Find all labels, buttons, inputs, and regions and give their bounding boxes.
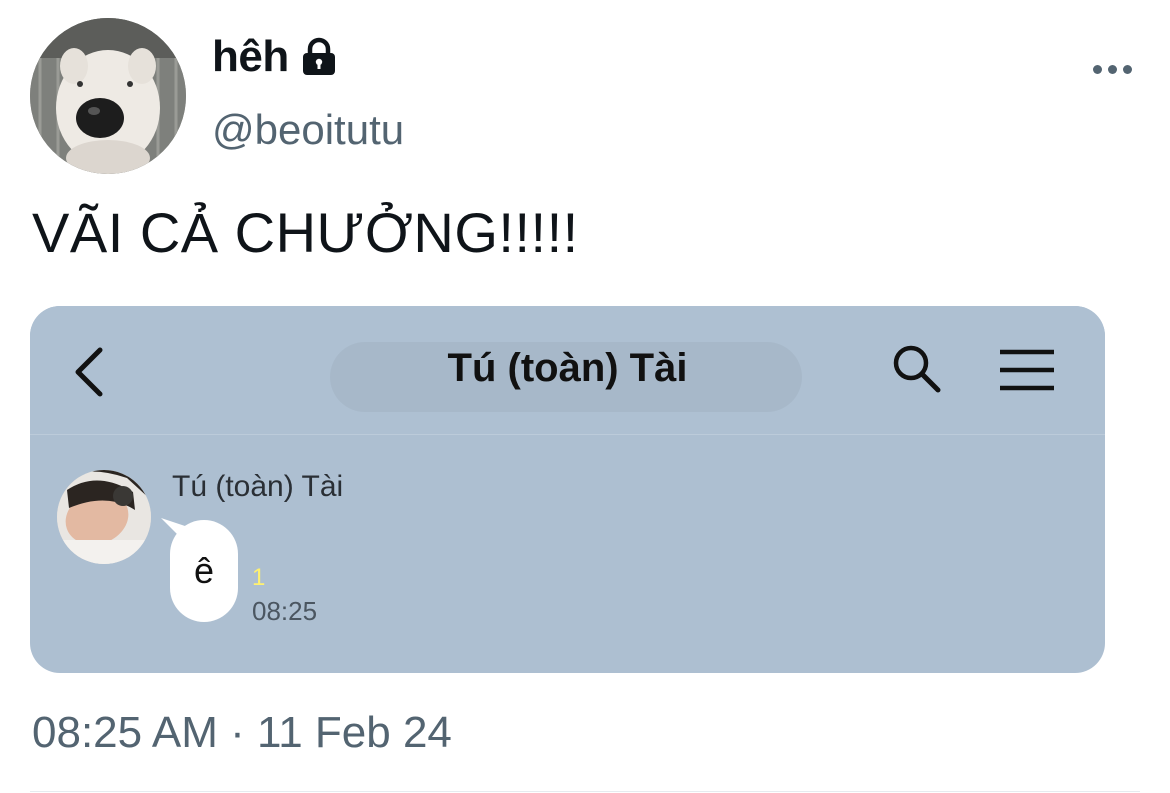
- display-name-text: hêh: [212, 32, 289, 81]
- menu-icon: [1000, 349, 1054, 391]
- more-icon[interactable]: [1080, 52, 1144, 86]
- message-time: 08:25: [252, 596, 318, 626]
- search-icon: [893, 345, 941, 393]
- more-dot: [1107, 64, 1117, 74]
- display-name[interactable]: hêh: [212, 32, 341, 82]
- chat-header: Tú (toàn) Tài: [30, 306, 1105, 435]
- divider: [30, 791, 1140, 792]
- tweet-text: VÃI CẢ CHƯỞNG!!!!!: [32, 201, 579, 264]
- chat-title: Tú (toàn) Tài: [447, 346, 688, 390]
- lock-icon: [297, 35, 341, 79]
- message-text: ê: [193, 550, 215, 591]
- message-bubble[interactable]: ê: [170, 520, 238, 622]
- more-dot: [1092, 64, 1102, 74]
- sender-avatar: [57, 470, 151, 564]
- more-dot: [1122, 64, 1132, 74]
- tweet-timestamp[interactable]: 08:25 AM · 11 Feb 24: [32, 708, 452, 758]
- attached-image[interactable]: Tú (toàn) Tài Tú (toàn) Tài ê 1 08:25: [30, 306, 1105, 673]
- unread-count: 1: [252, 564, 266, 591]
- user-handle[interactable]: @beoitutu: [212, 106, 404, 154]
- sender-name: Tú (toàn) Tài: [172, 470, 344, 503]
- profile-avatar[interactable]: [30, 18, 186, 174]
